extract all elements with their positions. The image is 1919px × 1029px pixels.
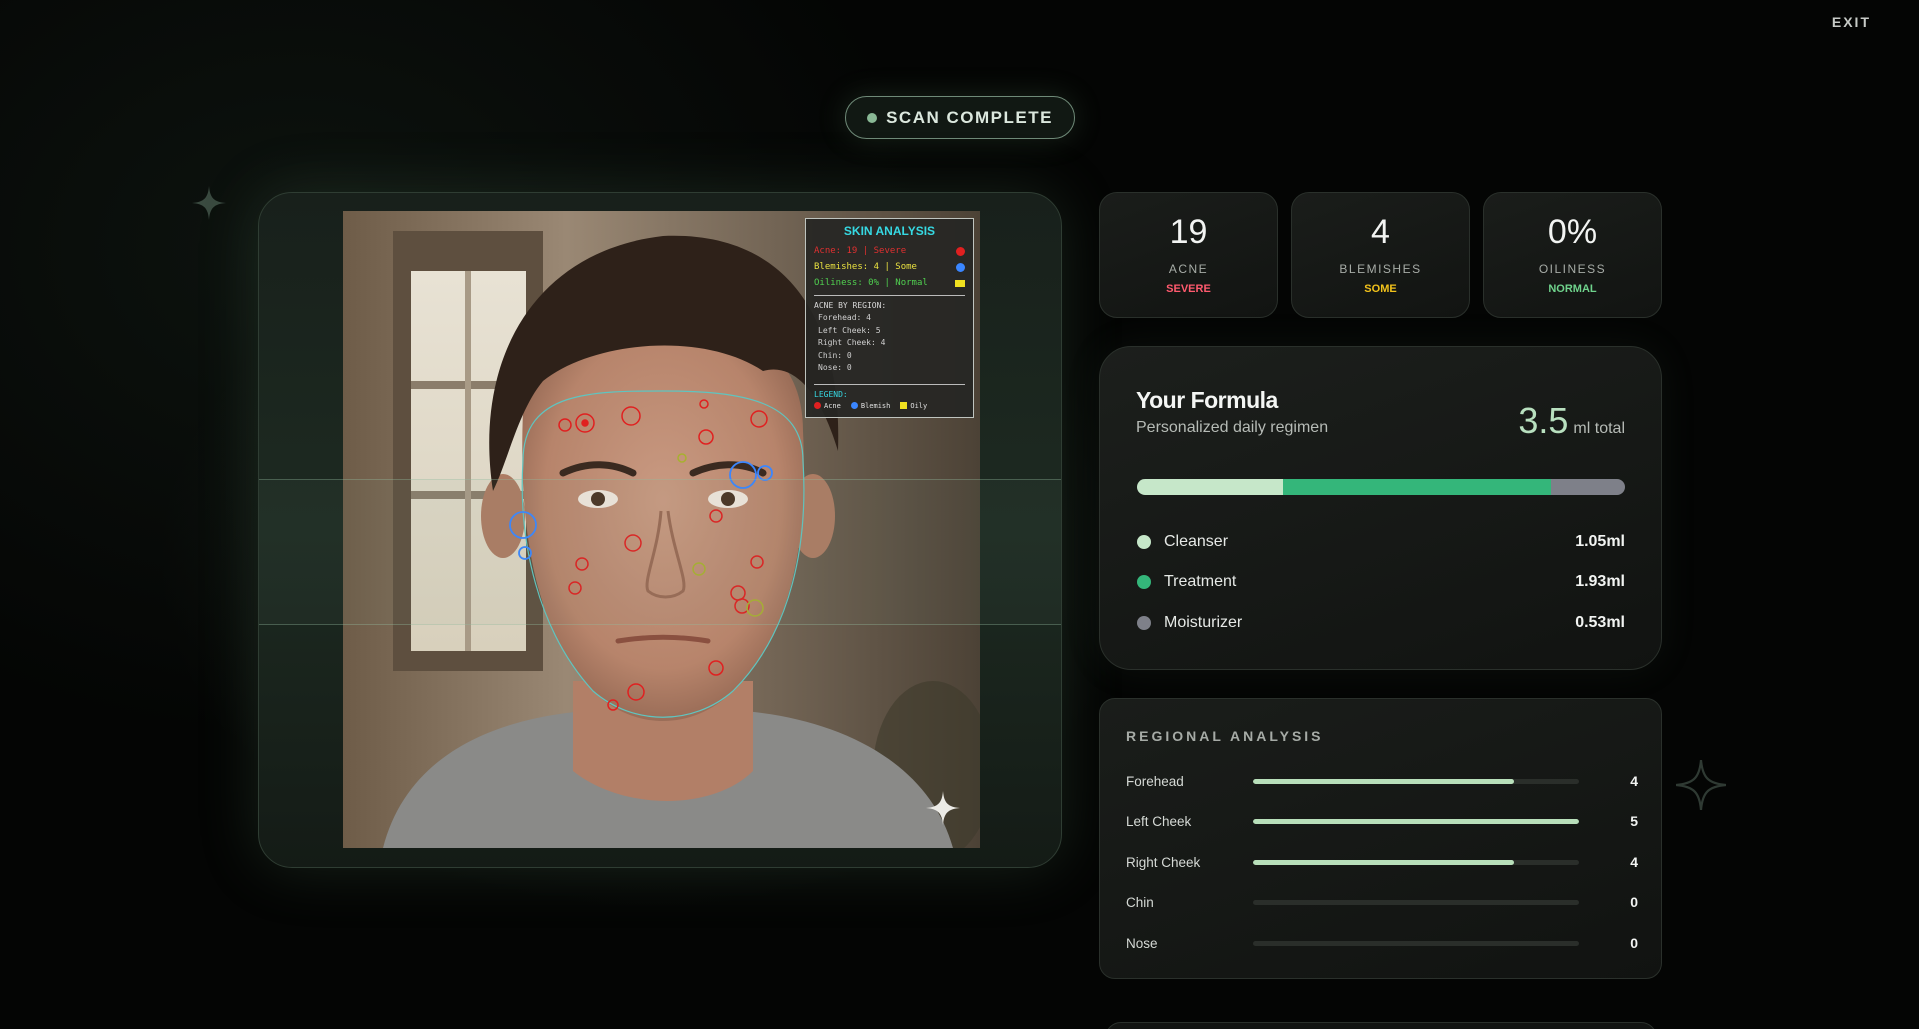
region-name: Forehead — [1126, 773, 1184, 789]
overlay-legend: Acne Blemish Oily — [814, 402, 965, 410]
region-track — [1253, 859, 1579, 865]
formula-item-moisturizer: Moisturizer 0.53ml — [1137, 614, 1625, 632]
region-value: 4 — [1630, 773, 1638, 789]
formula-item-treatment: Treatment 1.93ml — [1137, 573, 1625, 591]
overlay-region-item: Left Cheek: 5 — [818, 325, 881, 335]
sparkle-icon — [1676, 760, 1726, 810]
cleanser-dot-icon — [1137, 535, 1151, 549]
regional-analysis-title: REGIONAL ANALYSIS — [1126, 728, 1324, 744]
treatment-dot-icon — [1137, 575, 1151, 589]
stat-level: SOME — [1364, 283, 1397, 295]
overlay-region-item: Nose: 0 — [818, 363, 852, 372]
overlay-blemish-row: Blemishes: 4 | Some — [814, 259, 965, 275]
formula-total-value: 3.5 — [1518, 400, 1569, 441]
region-value: 4 — [1630, 854, 1638, 870]
scan-status-badge: SCAN COMPLETE — [845, 96, 1075, 139]
formula-item-name: Cleanser — [1164, 533, 1229, 550]
overlay-divider — [814, 295, 965, 296]
region-row-right-cheek: Right Cheek 4 — [1126, 852, 1638, 872]
overlay-region-heading: ACNE BY REGION: — [814, 301, 887, 310]
acne-stat-card: 19 ACNE SEVERE — [1099, 192, 1278, 318]
overlay-divider — [814, 383, 965, 385]
region-track — [1253, 940, 1579, 946]
region-row-nose: Nose 0 — [1126, 933, 1638, 953]
overlay-acne-text: Acne: 19 | Severe — [814, 246, 907, 256]
scan-band — [259, 479, 1061, 625]
overlay-region-item: Right Cheek: 4 — [818, 338, 886, 347]
oiliness-stat-card: 0% OILINESS NORMAL — [1483, 192, 1662, 318]
exit-button[interactable]: EXIT — [1832, 14, 1871, 30]
region-fill — [1253, 778, 1514, 784]
region-name: Chin — [1126, 894, 1154, 910]
stat-value: 4 — [1371, 213, 1390, 251]
legend-oily: Oily — [900, 402, 927, 410]
formula-card: Your Formula Personalized daily regimen … — [1099, 346, 1662, 670]
region-fill — [1253, 818, 1579, 824]
acne-swatch-icon — [956, 246, 965, 256]
stat-label: OILINESS — [1538, 262, 1607, 276]
oily-swatch-icon — [955, 279, 965, 287]
formula-item-cleanser: Cleanser 1.05ml — [1137, 533, 1625, 551]
status-dot-icon — [867, 112, 878, 123]
overlay-title: SKIN ANALYSIS — [843, 224, 936, 238]
formula-item-amount: 1.05ml — [1575, 533, 1625, 550]
region-name: Nose — [1126, 935, 1158, 951]
legend-acne: Acne — [814, 402, 841, 410]
region-row-left-cheek: Left Cheek 5 — [1126, 811, 1638, 831]
stat-value: 0% — [1547, 213, 1598, 251]
legend-blemish: Blemish — [850, 402, 890, 410]
region-row-forehead: Forehead 4 — [1126, 771, 1638, 791]
region-name: Left Cheek — [1126, 813, 1192, 829]
scan-status-label: SCAN COMPLETE — [886, 107, 1053, 127]
region-value: 5 — [1630, 813, 1638, 829]
stat-level: NORMAL — [1548, 283, 1597, 295]
overlay-acne-row: Acne: 19 | Severe — [814, 243, 965, 259]
formula-item-name: Moisturizer — [1164, 614, 1243, 631]
region-track — [1253, 818, 1579, 824]
stat-label: ACNE — [1168, 262, 1209, 276]
blemishes-stat-card: 4 BLEMISHES SOME — [1291, 192, 1470, 318]
overlay-region-item: Forehead: 4 — [818, 313, 871, 322]
scan-line — [259, 479, 1061, 480]
regional-analysis-card: REGIONAL ANALYSIS Forehead 4 Left Cheek … — [1099, 698, 1662, 979]
formula-subtitle: Personalized daily regimen — [1136, 419, 1329, 436]
stat-label: BLEMISHES — [1339, 262, 1422, 276]
stat-value: 19 — [1169, 213, 1208, 251]
region-track — [1253, 899, 1579, 905]
formula-bar-segment — [1551, 479, 1625, 495]
scan-line — [259, 624, 1061, 625]
blemish-swatch-icon — [956, 262, 965, 272]
formula-total: 3.5 ml total — [1518, 400, 1625, 442]
skin-analysis-overlay: SKIN ANALYSIS Acne: 19 | Severe Blemishe… — [805, 218, 974, 418]
overlay-region-item: Chin: 0 — [818, 350, 852, 360]
stat-level: SEVERE — [1166, 283, 1211, 295]
overlay-oiliness-row: Oiliness: 0% | Normal — [814, 275, 965, 291]
moisturizer-dot-icon — [1137, 616, 1151, 630]
region-row-chin: Chin 0 — [1126, 892, 1638, 912]
region-track — [1253, 778, 1579, 784]
formula-bar-segment — [1137, 479, 1283, 495]
region-fill — [1253, 859, 1514, 865]
overlay-oiliness-text: Oiliness: 0% | Normal — [814, 278, 928, 288]
region-name: Right Cheek — [1126, 854, 1201, 870]
formula-title: Your Formula — [1136, 387, 1278, 413]
formula-total-unit: ml total — [1573, 420, 1625, 437]
region-value: 0 — [1630, 935, 1638, 951]
formula-item-amount: 1.93ml — [1575, 573, 1625, 590]
region-value: 0 — [1630, 894, 1638, 910]
sparkle-icon — [192, 186, 226, 220]
formula-proportion-bar — [1137, 479, 1625, 495]
overlay-blemish-text: Blemishes: 4 | Some — [814, 262, 917, 272]
formula-item-name: Treatment — [1164, 573, 1237, 590]
formula-bar-segment — [1282, 479, 1552, 495]
next-card — [1105, 1022, 1657, 1029]
overlay-legend-title: LEGEND: — [814, 389, 848, 399]
formula-item-amount: 0.53ml — [1575, 614, 1625, 631]
